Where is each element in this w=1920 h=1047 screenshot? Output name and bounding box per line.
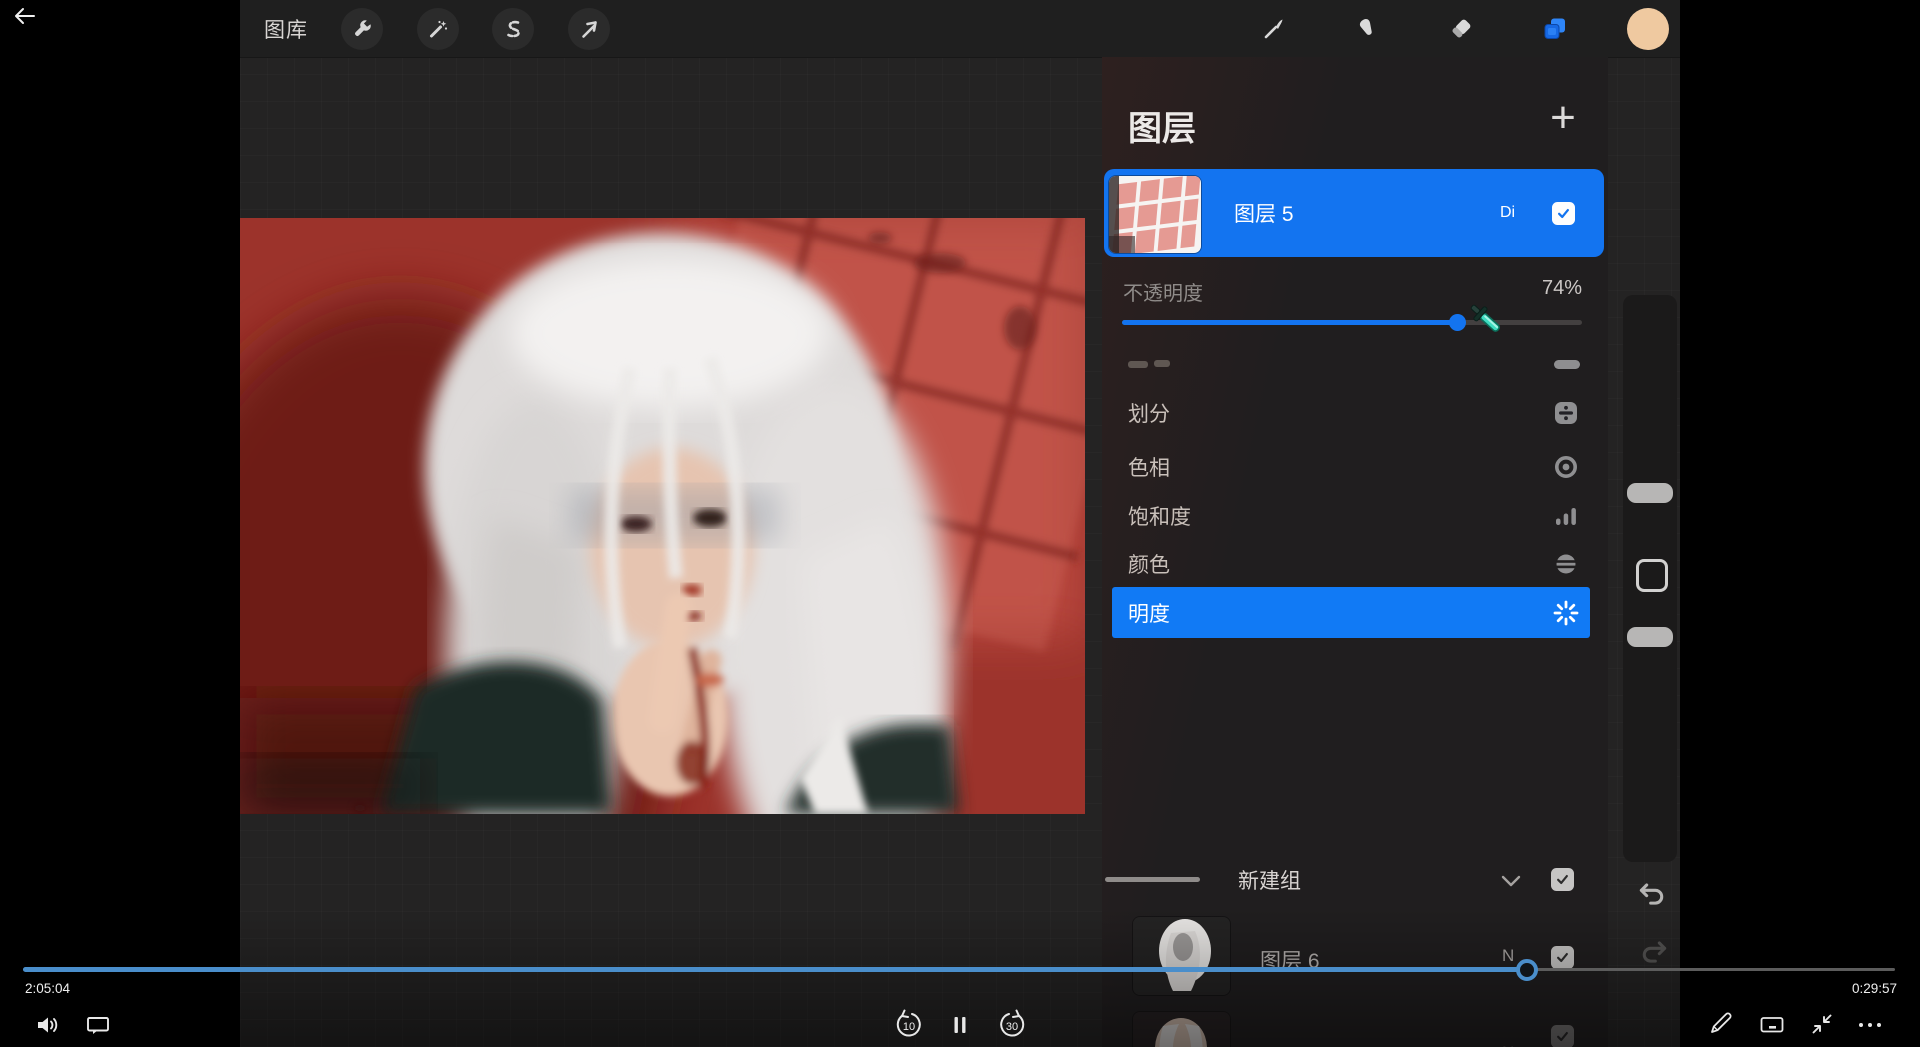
blend-mode-label: 划分: [1128, 387, 1170, 438]
pause-button[interactable]: [943, 1008, 977, 1042]
layer-row-selected[interactable]: 图层 5 Di: [1104, 169, 1604, 257]
rewind-10-button[interactable]: 10: [892, 1008, 926, 1042]
blend-mode-row[interactable]: 颜色: [1102, 538, 1608, 589]
wrench-icon: [351, 18, 373, 40]
blend-mode-label: 饱和度: [1128, 490, 1191, 541]
layer-thumbnail[interactable]: [1133, 917, 1230, 995]
exit-fullscreen-button[interactable]: [1805, 1007, 1839, 1041]
more-options-button[interactable]: [1853, 1008, 1887, 1042]
subtitles-button[interactable]: [81, 1008, 115, 1042]
subtitles-icon: [85, 1012, 111, 1038]
check-icon: [1555, 1029, 1570, 1044]
layer-visibility-checkbox[interactable]: [1552, 202, 1575, 225]
group-visibility-checkbox[interactable]: [1551, 868, 1574, 891]
saturation-icon: [1552, 502, 1580, 530]
pause-icon: [949, 1014, 971, 1036]
current-time: 2:05:04: [25, 981, 70, 996]
pip-button[interactable]: [1755, 1008, 1789, 1042]
ellipsis-icon: [1855, 1010, 1885, 1040]
rewind-amount-label: 10: [892, 1021, 926, 1033]
blend-mode-label: 明度: [1128, 587, 1170, 638]
check-icon: [1555, 950, 1570, 965]
check-icon: [1555, 872, 1570, 887]
shrink-arrows-icon: [1808, 1010, 1836, 1038]
remaining-time: 0:29:57: [1835, 981, 1897, 996]
minus-icon: [1554, 360, 1580, 369]
canvas-artwork: [240, 218, 1085, 814]
blend-mode-row[interactable]: 饱和度: [1102, 490, 1608, 541]
sword-cursor: [1460, 293, 1508, 341]
blend-mode-row[interactable]: 色相: [1102, 441, 1608, 492]
modify-button[interactable]: [1636, 559, 1668, 592]
blend-mode-label: 颜色: [1128, 538, 1170, 589]
clipped-row-text-fragment: [1128, 361, 1148, 368]
paint-button[interactable]: [1252, 8, 1294, 50]
layers-panel: 图层 + 图层 5: [1102, 57, 1608, 1047]
color-swatch: [1627, 8, 1669, 50]
selection-button[interactable]: [492, 8, 534, 50]
eraser-icon: [1448, 16, 1474, 42]
layers-panel-title: 图层: [1128, 101, 1196, 150]
clipped-row-text-fragment: [1154, 360, 1170, 367]
layer-blend-mode-badge[interactable]: Di: [1500, 169, 1515, 257]
timeline-progress: [23, 967, 1527, 972]
pencil-icon: [1707, 1009, 1735, 1037]
brush-sidebar: [1623, 295, 1677, 862]
brush-opacity-slider-handle[interactable]: [1627, 627, 1673, 647]
selection-s-icon: [502, 18, 524, 40]
smudge-finger-icon: [1354, 16, 1380, 42]
blend-mode-row[interactable]: 划分: [1102, 387, 1608, 438]
smudge-button[interactable]: [1346, 8, 1388, 50]
volume-icon: [34, 1012, 60, 1038]
opacity-slider[interactable]: [1122, 320, 1582, 325]
procreate-toolbar: 图库: [240, 0, 1680, 58]
layers-icon: [1541, 15, 1569, 43]
layer-name: 图层 5: [1234, 169, 1294, 257]
blend-mode-row-selected[interactable]: 明度: [1112, 587, 1590, 638]
volume-button[interactable]: [30, 1008, 64, 1042]
layer-blend-mode-badge[interactable]: N: [1502, 946, 1514, 966]
chevron-down-icon[interactable]: [1496, 869, 1526, 893]
layer-name: 图层 5: [1260, 1041, 1320, 1047]
luminosity-icon: [1552, 599, 1580, 627]
adjustments-button[interactable]: [417, 8, 459, 50]
add-layer-button[interactable]: +: [1538, 93, 1588, 143]
opacity-value: 74%: [1502, 277, 1582, 300]
actions-button[interactable]: [341, 8, 383, 50]
brush-icon: [1260, 16, 1286, 42]
brush-size-slider-handle[interactable]: [1627, 483, 1673, 503]
layer-visibility-checkbox[interactable]: [1551, 1025, 1574, 1047]
hue-icon: [1552, 453, 1580, 481]
color-button[interactable]: [1627, 8, 1669, 50]
opacity-slider-fill: [1122, 320, 1458, 325]
undo-icon[interactable]: [1636, 881, 1668, 909]
redo-icon[interactable]: [1638, 939, 1670, 967]
gallery-button[interactable]: 图库: [264, 0, 308, 57]
transform-button[interactable]: [568, 8, 610, 50]
color-icon: [1552, 550, 1580, 578]
divide-icon: [1552, 399, 1580, 427]
opacity-label: 不透明度: [1123, 277, 1203, 306]
back-icon[interactable]: [14, 7, 36, 25]
erase-button[interactable]: [1440, 8, 1482, 50]
blend-mode-label: 色相: [1128, 441, 1170, 492]
timeline-handle[interactable]: [1516, 959, 1538, 981]
annotate-button[interactable]: [1704, 1006, 1738, 1040]
pip-keyboard-icon: [1758, 1011, 1786, 1039]
check-icon: [1556, 206, 1571, 221]
layer-visibility-checkbox[interactable]: [1551, 946, 1574, 969]
transform-arrow-icon: [578, 18, 600, 40]
magic-wand-icon: [427, 18, 449, 40]
layers-button[interactable]: [1534, 8, 1576, 50]
group-thumbnail-line: [1105, 877, 1200, 882]
layer-thumbnail[interactable]: [1133, 1012, 1230, 1047]
forward-30-button[interactable]: 30: [995, 1008, 1029, 1042]
layer-blend-mode-badge[interactable]: N: [1502, 1043, 1514, 1047]
layer-thumbnail: [1109, 176, 1201, 253]
forward-amount-label: 30: [995, 1021, 1029, 1033]
video-frame[interactable]: 图库: [240, 0, 1680, 1047]
group-name[interactable]: 新建组: [1238, 865, 1301, 895]
